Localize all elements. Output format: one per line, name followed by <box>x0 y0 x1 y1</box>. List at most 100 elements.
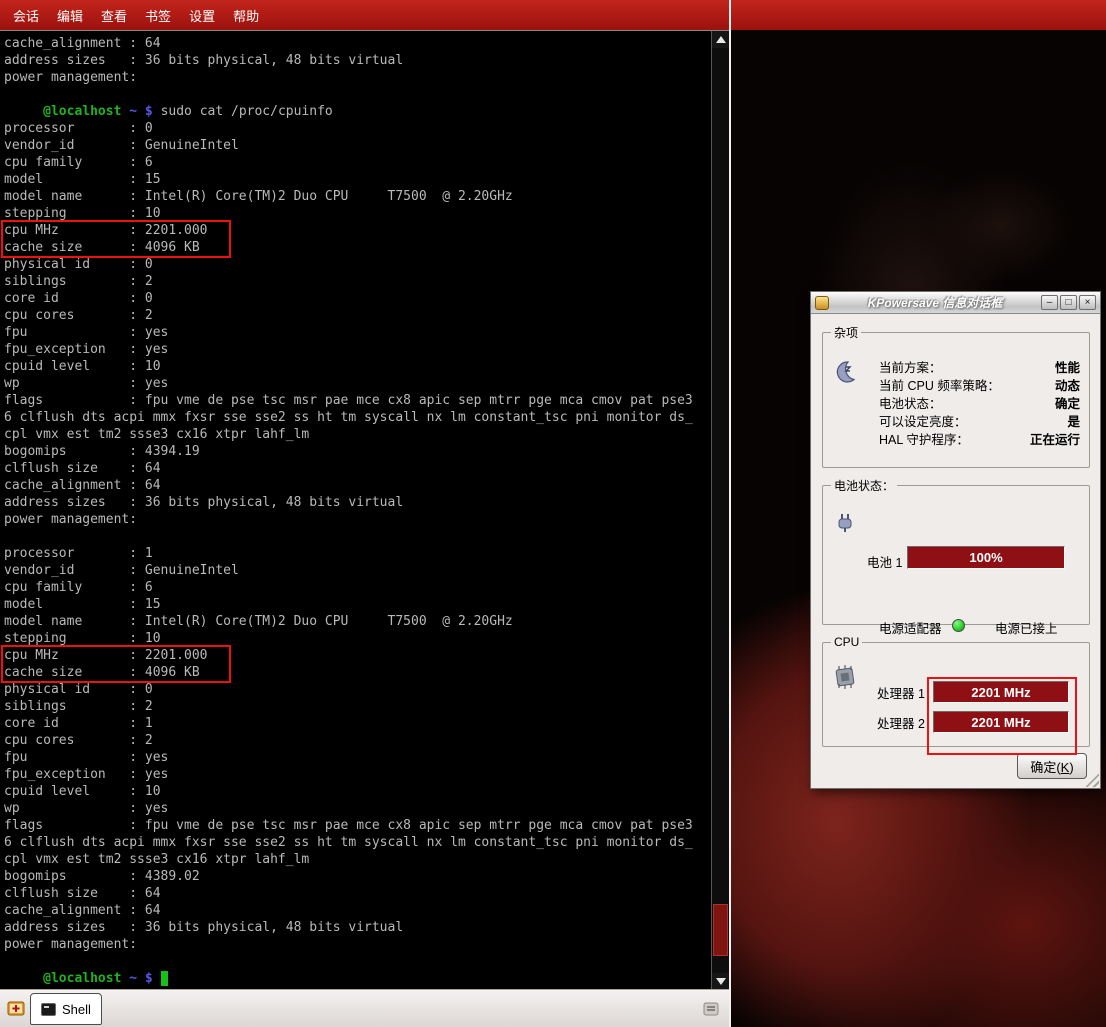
scrollbar-thumb[interactable] <box>713 904 728 956</box>
terminal-line: cpuid level : 10 <box>4 783 708 800</box>
terminal-line: bogomips : 4389.02 <box>4 868 708 885</box>
battery-progressbar: 100% <box>907 546 1065 569</box>
menu-item[interactable]: 帮助 <box>224 0 268 30</box>
terminal-line: fpu : yes <box>4 324 708 341</box>
terminal-line: wp : yes <box>4 800 708 817</box>
terminal-scrollbar[interactable] <box>711 31 729 990</box>
misc-row-label: 可以设定亮度： <box>879 411 967 430</box>
menu-bar: 会话编辑查看书签设置帮助 <box>0 0 729 30</box>
terminal-line: processor : 0 <box>4 120 708 137</box>
kpowersave-dialog: KPowersave 信息对话框 – □ × 杂项 当前方案：性能当前 CPU … <box>810 291 1101 789</box>
terminal-text[interactable]: cache_alignment : 64address sizes : 36 b… <box>4 35 708 986</box>
terminal-line: cache_alignment : 64 <box>4 35 708 52</box>
group-cpu: CPU 处理器 12201 MHz处理器 22201 MHz <box>822 635 1090 747</box>
terminal-line: flags : fpu vme de pse tsc msr pae mce c… <box>4 392 708 409</box>
terminal-line <box>4 86 708 103</box>
terminal-line: cpu family : 6 <box>4 579 708 596</box>
terminal-line: clflush size : 64 <box>4 460 708 477</box>
group-misc: 杂项 当前方案：性能当前 CPU 频率策略：动态电池状态：确定可以设定亮度：是H… <box>822 324 1090 468</box>
terminal-line: bogomips : 4394.19 <box>4 443 708 460</box>
terminal-line: model : 15 <box>4 171 708 188</box>
terminal-line: stepping : 10 <box>4 205 708 222</box>
terminal-line: cache size : 4096 KB <box>4 239 708 256</box>
dialog-titlebar[interactable]: KPowersave 信息对话框 – □ × <box>811 292 1100 314</box>
misc-row-label: HAL 守护程序： <box>879 429 969 448</box>
cpu-row: 处理器 1 2201 MHz <box>877 677 1081 707</box>
dialog-title: KPowersave 信息对话框 <box>829 294 1041 311</box>
menu-item[interactable]: 会话 <box>4 0 48 30</box>
terminal-line: core id : 0 <box>4 290 708 307</box>
terminal-line: siblings : 2 <box>4 273 708 290</box>
terminal-line: cache_alignment : 64 <box>4 477 708 494</box>
resize-grip[interactable] <box>1085 773 1099 787</box>
terminal-line: fpu_exception : yes <box>4 341 708 358</box>
terminal-line: physical id : 0 <box>4 681 708 698</box>
power-led-icon <box>952 619 965 632</box>
terminal-line: processor : 1 <box>4 545 708 562</box>
misc-row-value: 动态 <box>1055 375 1080 394</box>
terminal-line: siblings : 2 <box>4 698 708 715</box>
tab-label: Shell <box>62 1002 91 1017</box>
terminal-line: power management: <box>4 511 708 528</box>
cpu-chip-icon <box>831 663 859 696</box>
terminal-line: vendor_id : GenuineIntel <box>4 562 708 579</box>
sleep-crescent-icon <box>831 359 857 390</box>
arrow-down-icon <box>716 978 726 985</box>
group-battery: 电池状态： 电池 1 100% 电源适配器 电源已接上 <box>822 477 1090 625</box>
terminal-line: cpu cores : 2 <box>4 732 708 749</box>
terminal-line <box>4 528 708 545</box>
tab-options-button[interactable] <box>700 998 722 1020</box>
tab-shell[interactable]: Shell <box>30 993 102 1025</box>
scroll-down-button[interactable] <box>712 973 730 990</box>
shell-tab-icon <box>41 1003 56 1016</box>
new-session-button[interactable] <box>4 997 28 1021</box>
terminal-line: power management: <box>4 69 708 86</box>
cpu-row: 处理器 22201 MHz <box>877 707 1081 737</box>
terminal-line: stepping : 10 <box>4 630 708 647</box>
terminal-line: cpu MHz : 2201.000 <box>4 647 708 664</box>
top-red-strip <box>731 0 1106 30</box>
misc-row: 电池状态：确定 <box>879 393 1080 411</box>
misc-row-value: 是 <box>1067 411 1080 430</box>
cpu-rows: 处理器 12201 MHz处理器 22201 MHz <box>877 677 1081 737</box>
terminal-line: fpu : yes <box>4 749 708 766</box>
terminal-line <box>4 953 708 970</box>
close-button[interactable]: × <box>1079 295 1096 310</box>
terminal-line: cpu family : 6 <box>4 154 708 171</box>
menu-item[interactable]: 书签 <box>136 0 180 30</box>
terminal-line: cpl vmx est tm2 ssse3 cx16 xtpr lahf_lm <box>4 851 708 868</box>
misc-row-label: 当前 CPU 频率策略： <box>879 375 1000 394</box>
terminal-line: cpu MHz : 2201.000 <box>4 222 708 239</box>
battery1-label: 电池 1 <box>867 552 902 571</box>
terminal-line: @localhost ~ $ sudo cat /proc/cpuinfo <box>4 103 708 120</box>
ok-button[interactable]: 确定(K) <box>1017 753 1087 779</box>
minimize-button[interactable]: – <box>1041 295 1058 310</box>
terminal-line: wp : yes <box>4 375 708 392</box>
misc-row-label: 电池状态： <box>879 393 942 412</box>
terminal-line: 6 clflush dts acpi mmx fxsr sse sse2 ss … <box>4 409 708 426</box>
terminal-line: cache_alignment : 64 <box>4 902 708 919</box>
cpu-frequency-bar: 2201 MHz <box>933 711 1069 733</box>
konsole-window: 会话编辑查看书签设置帮助 cache_alignment : 64address… <box>0 0 729 1027</box>
terminal-line: address sizes : 36 bits physical, 48 bit… <box>4 919 708 936</box>
terminal-line: 6 clflush dts acpi mmx fxsr sse sse2 ss … <box>4 834 708 851</box>
menu-item[interactable]: 编辑 <box>48 0 92 30</box>
misc-rows: 当前方案：性能当前 CPU 频率策略：动态电池状态：确定可以设定亮度：是HAL … <box>879 357 1080 447</box>
terminal-line: fpu_exception : yes <box>4 766 708 783</box>
desktop: 会话编辑查看书签设置帮助 cache_alignment : 64address… <box>0 0 1106 1027</box>
misc-row: HAL 守护程序： 正在运行 <box>879 429 1080 447</box>
terminal-line: address sizes : 36 bits physical, 48 bit… <box>4 494 708 511</box>
group-cpu-label: CPU <box>831 635 862 649</box>
maximize-button[interactable]: □ <box>1060 295 1077 310</box>
window-buttons: – □ × <box>1041 295 1096 310</box>
misc-row-value: 正在运行 <box>1030 429 1080 448</box>
menu-item[interactable]: 查看 <box>92 0 136 30</box>
menu-item[interactable]: 设置 <box>180 0 224 30</box>
terminal-line: flags : fpu vme de pse tsc msr pae mce c… <box>4 817 708 834</box>
terminal-line: model name : Intel(R) Core(TM)2 Duo CPU … <box>4 613 708 630</box>
scroll-up-button[interactable] <box>712 31 730 48</box>
terminal-line: power management: <box>4 936 708 953</box>
cpu-frequency-value: 2201 MHz <box>971 715 1030 730</box>
cpu-row-label: 处理器 1 <box>877 683 933 702</box>
cpu-frequency-value: 2201 MHz <box>971 685 1030 700</box>
